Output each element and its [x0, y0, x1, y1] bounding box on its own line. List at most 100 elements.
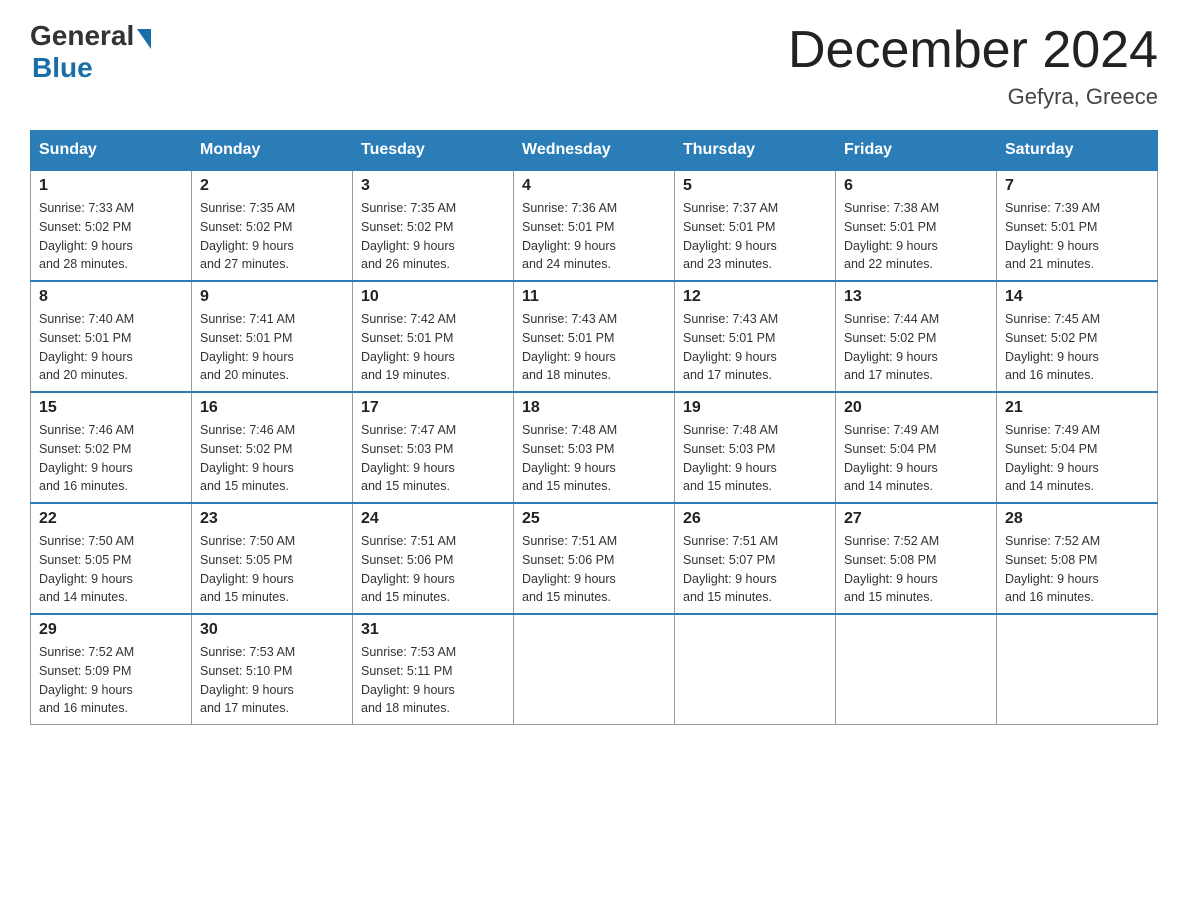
calendar-cell: 31 Sunrise: 7:53 AMSunset: 5:11 PMDaylig…	[353, 614, 514, 725]
day-info: Sunrise: 7:52 AMSunset: 5:08 PMDaylight:…	[1005, 534, 1100, 604]
day-info: Sunrise: 7:48 AMSunset: 5:03 PMDaylight:…	[522, 423, 617, 493]
calendar-cell: 10 Sunrise: 7:42 AMSunset: 5:01 PMDaylig…	[353, 281, 514, 392]
day-info: Sunrise: 7:49 AMSunset: 5:04 PMDaylight:…	[844, 423, 939, 493]
calendar-cell: 1 Sunrise: 7:33 AMSunset: 5:02 PMDayligh…	[31, 170, 192, 281]
calendar-cell	[675, 614, 836, 725]
day-info: Sunrise: 7:38 AMSunset: 5:01 PMDaylight:…	[844, 201, 939, 271]
day-info: Sunrise: 7:48 AMSunset: 5:03 PMDaylight:…	[683, 423, 778, 493]
day-number: 16	[200, 399, 344, 417]
calendar-cell: 13 Sunrise: 7:44 AMSunset: 5:02 PMDaylig…	[836, 281, 997, 392]
day-number: 17	[361, 399, 505, 417]
calendar-cell: 16 Sunrise: 7:46 AMSunset: 5:02 PMDaylig…	[192, 392, 353, 503]
day-number: 23	[200, 510, 344, 528]
day-info: Sunrise: 7:43 AMSunset: 5:01 PMDaylight:…	[683, 312, 778, 382]
calendar-cell: 20 Sunrise: 7:49 AMSunset: 5:04 PMDaylig…	[836, 392, 997, 503]
location-text: Gefyra, Greece	[788, 84, 1158, 110]
day-info: Sunrise: 7:42 AMSunset: 5:01 PMDaylight:…	[361, 312, 456, 382]
day-info: Sunrise: 7:46 AMSunset: 5:02 PMDaylight:…	[200, 423, 295, 493]
day-number: 26	[683, 510, 827, 528]
day-info: Sunrise: 7:52 AMSunset: 5:08 PMDaylight:…	[844, 534, 939, 604]
calendar-cell: 14 Sunrise: 7:45 AMSunset: 5:02 PMDaylig…	[997, 281, 1158, 392]
calendar-cell: 4 Sunrise: 7:36 AMSunset: 5:01 PMDayligh…	[514, 170, 675, 281]
day-info: Sunrise: 7:35 AMSunset: 5:02 PMDaylight:…	[361, 201, 456, 271]
calendar-cell: 26 Sunrise: 7:51 AMSunset: 5:07 PMDaylig…	[675, 503, 836, 614]
calendar-cell: 24 Sunrise: 7:51 AMSunset: 5:06 PMDaylig…	[353, 503, 514, 614]
day-number: 15	[39, 399, 183, 417]
day-info: Sunrise: 7:33 AMSunset: 5:02 PMDaylight:…	[39, 201, 134, 271]
calendar-header-sunday: Sunday	[31, 131, 192, 171]
calendar-cell: 28 Sunrise: 7:52 AMSunset: 5:08 PMDaylig…	[997, 503, 1158, 614]
day-info: Sunrise: 7:49 AMSunset: 5:04 PMDaylight:…	[1005, 423, 1100, 493]
day-number: 10	[361, 288, 505, 306]
page-header: General Blue December 2024 Gefyra, Greec…	[30, 20, 1158, 110]
calendar-cell: 22 Sunrise: 7:50 AMSunset: 5:05 PMDaylig…	[31, 503, 192, 614]
calendar-header-tuesday: Tuesday	[353, 131, 514, 171]
day-number: 18	[522, 399, 666, 417]
calendar-header-wednesday: Wednesday	[514, 131, 675, 171]
day-number: 9	[200, 288, 344, 306]
calendar-cell: 7 Sunrise: 7:39 AMSunset: 5:01 PMDayligh…	[997, 170, 1158, 281]
day-info: Sunrise: 7:53 AMSunset: 5:11 PMDaylight:…	[361, 645, 456, 715]
day-number: 27	[844, 510, 988, 528]
day-number: 8	[39, 288, 183, 306]
day-number: 14	[1005, 288, 1149, 306]
day-number: 19	[683, 399, 827, 417]
calendar-header-thursday: Thursday	[675, 131, 836, 171]
day-info: Sunrise: 7:50 AMSunset: 5:05 PMDaylight:…	[39, 534, 134, 604]
day-number: 11	[522, 288, 666, 306]
logo-triangle-icon	[137, 29, 151, 49]
calendar-cell: 8 Sunrise: 7:40 AMSunset: 5:01 PMDayligh…	[31, 281, 192, 392]
day-number: 31	[361, 621, 505, 639]
day-number: 2	[200, 177, 344, 195]
day-number: 21	[1005, 399, 1149, 417]
calendar-cell: 17 Sunrise: 7:47 AMSunset: 5:03 PMDaylig…	[353, 392, 514, 503]
day-info: Sunrise: 7:37 AMSunset: 5:01 PMDaylight:…	[683, 201, 778, 271]
day-number: 22	[39, 510, 183, 528]
day-number: 3	[361, 177, 505, 195]
logo-blue-text: Blue	[32, 52, 93, 84]
day-info: Sunrise: 7:46 AMSunset: 5:02 PMDaylight:…	[39, 423, 134, 493]
calendar-cell: 23 Sunrise: 7:50 AMSunset: 5:05 PMDaylig…	[192, 503, 353, 614]
calendar-cell: 29 Sunrise: 7:52 AMSunset: 5:09 PMDaylig…	[31, 614, 192, 725]
day-info: Sunrise: 7:51 AMSunset: 5:06 PMDaylight:…	[361, 534, 456, 604]
day-number: 7	[1005, 177, 1149, 195]
day-info: Sunrise: 7:39 AMSunset: 5:01 PMDaylight:…	[1005, 201, 1100, 271]
day-info: Sunrise: 7:52 AMSunset: 5:09 PMDaylight:…	[39, 645, 134, 715]
calendar-cell: 2 Sunrise: 7:35 AMSunset: 5:02 PMDayligh…	[192, 170, 353, 281]
calendar-cell	[997, 614, 1158, 725]
calendar-header-saturday: Saturday	[997, 131, 1158, 171]
calendar-cell: 19 Sunrise: 7:48 AMSunset: 5:03 PMDaylig…	[675, 392, 836, 503]
calendar-cell: 21 Sunrise: 7:49 AMSunset: 5:04 PMDaylig…	[997, 392, 1158, 503]
day-info: Sunrise: 7:51 AMSunset: 5:07 PMDaylight:…	[683, 534, 778, 604]
day-info: Sunrise: 7:53 AMSunset: 5:10 PMDaylight:…	[200, 645, 295, 715]
day-number: 4	[522, 177, 666, 195]
logo: General Blue	[30, 20, 151, 84]
day-info: Sunrise: 7:43 AMSunset: 5:01 PMDaylight:…	[522, 312, 617, 382]
day-number: 20	[844, 399, 988, 417]
calendar-cell: 3 Sunrise: 7:35 AMSunset: 5:02 PMDayligh…	[353, 170, 514, 281]
calendar-cell: 30 Sunrise: 7:53 AMSunset: 5:10 PMDaylig…	[192, 614, 353, 725]
calendar-header-friday: Friday	[836, 131, 997, 171]
calendar-header-monday: Monday	[192, 131, 353, 171]
calendar-cell: 15 Sunrise: 7:46 AMSunset: 5:02 PMDaylig…	[31, 392, 192, 503]
calendar-cell: 11 Sunrise: 7:43 AMSunset: 5:01 PMDaylig…	[514, 281, 675, 392]
day-info: Sunrise: 7:44 AMSunset: 5:02 PMDaylight:…	[844, 312, 939, 382]
day-info: Sunrise: 7:45 AMSunset: 5:02 PMDaylight:…	[1005, 312, 1100, 382]
day-info: Sunrise: 7:47 AMSunset: 5:03 PMDaylight:…	[361, 423, 456, 493]
day-number: 13	[844, 288, 988, 306]
logo-general-text: General	[30, 20, 134, 52]
day-number: 6	[844, 177, 988, 195]
day-info: Sunrise: 7:35 AMSunset: 5:02 PMDaylight:…	[200, 201, 295, 271]
day-number: 5	[683, 177, 827, 195]
month-title: December 2024	[788, 20, 1158, 80]
day-info: Sunrise: 7:36 AMSunset: 5:01 PMDaylight:…	[522, 201, 617, 271]
day-number: 24	[361, 510, 505, 528]
day-info: Sunrise: 7:41 AMSunset: 5:01 PMDaylight:…	[200, 312, 295, 382]
calendar-cell	[514, 614, 675, 725]
day-info: Sunrise: 7:40 AMSunset: 5:01 PMDaylight:…	[39, 312, 134, 382]
calendar-cell: 12 Sunrise: 7:43 AMSunset: 5:01 PMDaylig…	[675, 281, 836, 392]
day-number: 12	[683, 288, 827, 306]
calendar-cell: 18 Sunrise: 7:48 AMSunset: 5:03 PMDaylig…	[514, 392, 675, 503]
day-number: 29	[39, 621, 183, 639]
calendar-cell	[836, 614, 997, 725]
